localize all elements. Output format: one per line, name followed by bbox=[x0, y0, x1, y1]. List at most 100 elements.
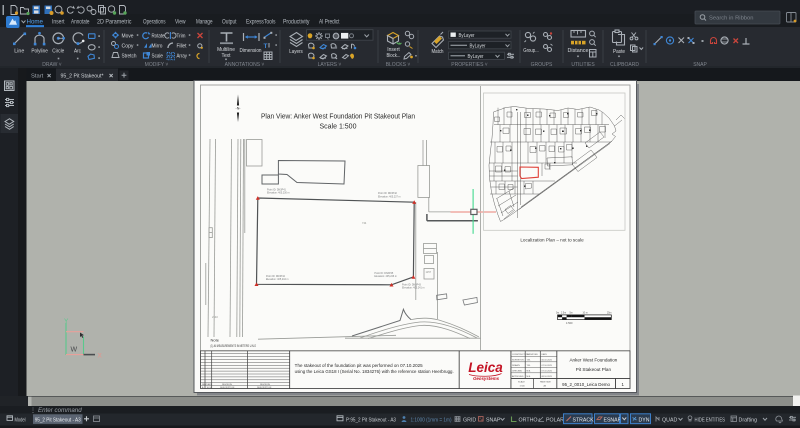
svg-text:Array: Array bbox=[177, 54, 188, 60]
svg-text:Insert: Insert bbox=[52, 19, 65, 26]
svg-text:SURVEYED: SURVEYED bbox=[527, 354, 539, 356]
svg-text:T.M.: T.M. bbox=[527, 365, 531, 367]
svg-text:Localization Plan – not to sca: Localization Plan – not to scale bbox=[520, 238, 584, 243]
svg-text:LAYERS ˅: LAYERS ˅ bbox=[318, 62, 342, 68]
svg-text:Elevation: 405,244 m: Elevation: 405,244 m bbox=[266, 278, 288, 281]
svg-text:10 m: 10 m bbox=[583, 313, 588, 315]
svg-text:2D Parametric: 2D Parametric bbox=[97, 19, 132, 26]
svg-text:ExpressTools: ExpressTools bbox=[246, 19, 276, 26]
svg-text:Move: Move bbox=[122, 34, 134, 40]
svg-text:Plan View: Anker West Foundati: Plan View: Anker West Foundation Pit Sta… bbox=[261, 114, 415, 121]
svg-text:Geosystems: Geosystems bbox=[473, 376, 500, 381]
svg-text:Mirro: Mirro bbox=[152, 44, 163, 50]
svg-text:2.5m: 2.5m bbox=[561, 313, 566, 315]
svg-text:Dimension: Dimension bbox=[240, 48, 262, 54]
svg-text:MODIFY ˅: MODIFY ˅ bbox=[145, 62, 169, 68]
svg-text:Search in Ribbon: Search in Ribbon bbox=[709, 16, 753, 22]
svg-text:UTILITIES: UTILITIES bbox=[571, 62, 595, 68]
svg-text:ANNOTATIONS ˅: ANNOTATIONS ˅ bbox=[225, 62, 265, 68]
svg-text:Annotate: Annotate bbox=[71, 19, 90, 26]
svg-text:07.10.2025: 07.10.2025 bbox=[542, 365, 553, 367]
svg-text:Enter command: Enter command bbox=[38, 407, 82, 414]
svg-text:1157: 1157 bbox=[426, 270, 432, 274]
svg-text:Trim: Trim bbox=[177, 34, 186, 40]
svg-text:REVISION: REVISION bbox=[260, 384, 270, 386]
svg-text:ByLayer: ByLayer bbox=[459, 33, 475, 39]
svg-text:Elevation: 405,230 m: Elevation: 405,230 m bbox=[267, 192, 289, 195]
svg-text:Scale: Scale bbox=[152, 54, 164, 60]
svg-text:REVISION: REVISION bbox=[222, 384, 232, 386]
svg-text:P:95_2 Pit Stakeout - A3: P:95_2 Pit Stakeout - A3 bbox=[346, 418, 396, 424]
svg-text:Stretch: Stretch bbox=[122, 54, 137, 60]
svg-text:Output: Output bbox=[222, 19, 237, 26]
svg-text:ByLayer: ByLayer bbox=[470, 43, 486, 49]
svg-text:Layers: Layers bbox=[289, 49, 303, 55]
svg-text:744: 744 bbox=[362, 221, 367, 225]
svg-text:DATE: DATE bbox=[207, 383, 213, 386]
svg-text:X: X bbox=[98, 353, 103, 360]
svg-text:Polyline: Polyline bbox=[31, 49, 48, 55]
svg-text:Productivity: Productivity bbox=[283, 19, 310, 26]
svg-text:Match: Match bbox=[432, 49, 444, 55]
svg-text:1:500: 1:500 bbox=[520, 386, 526, 388]
svg-text:using the Leica GS18 I (Serial: using the Leica GS18 I (Serial No. 18342… bbox=[295, 369, 454, 374]
svg-text:5m: 5m bbox=[570, 313, 573, 315]
svg-text:DATE: DATE bbox=[542, 353, 548, 356]
svg-text:Distance: Distance bbox=[568, 48, 589, 54]
svg-text:DESCRIPTION: DESCRIPTION bbox=[257, 387, 272, 389]
svg-text:Fillet: Fillet bbox=[177, 44, 187, 50]
svg-text:1:500: 1:500 bbox=[566, 321, 573, 325]
svg-text:POLAR: POLAR bbox=[546, 418, 564, 424]
svg-text:Anker West Foundation: Anker West Foundation bbox=[569, 358, 617, 363]
svg-text:W: W bbox=[71, 347, 78, 354]
svg-text:GROUPS: GROUPS bbox=[531, 62, 553, 68]
svg-text:CLIPBOARD: CLIPBOARD bbox=[610, 62, 639, 68]
svg-text:Y: Y bbox=[64, 318, 69, 325]
svg-text:Home: Home bbox=[27, 19, 44, 26]
svg-text:07.10.2025: 07.10.2025 bbox=[542, 371, 553, 373]
svg-text:25m: 25m bbox=[607, 313, 612, 315]
svg-text:Text: Text bbox=[222, 53, 232, 59]
svg-text:M.B.: M.B. bbox=[527, 376, 532, 378]
svg-text:Note: Note bbox=[211, 338, 220, 343]
svg-text:HIDE ENTITIES: HIDE ENTITIES bbox=[695, 418, 726, 424]
svg-text:Paste: Paste bbox=[613, 49, 625, 55]
svg-text:Circle: Circle bbox=[52, 49, 64, 55]
svg-text:Start: Start bbox=[31, 74, 44, 80]
svg-text:GRID: GRID bbox=[463, 418, 476, 424]
svg-text:Elevation: 405,237 m: Elevation: 405,237 m bbox=[378, 195, 400, 198]
svg-text:95_2 Pit Stakeout*: 95_2 Pit Stakeout* bbox=[61, 74, 105, 80]
svg-text:DYN: DYN bbox=[639, 417, 650, 423]
svg-text:SNAP: SNAP bbox=[486, 418, 501, 424]
svg-text:PROPERTIES ˅: PROPERTIES ˅ bbox=[451, 62, 488, 68]
svg-text:95_2_0010_Leica Demo: 95_2_0010_Leica Demo bbox=[562, 382, 610, 387]
svg-text:BLOCKS ˅: BLOCKS ˅ bbox=[386, 62, 411, 68]
svg-text:SCALE: SCALE bbox=[518, 381, 525, 384]
svg-text:M.B.: M.B. bbox=[527, 371, 532, 373]
svg-text:APPROVED: APPROVED bbox=[512, 375, 524, 378]
svg-text:06.10.2025: 06.10.2025 bbox=[542, 360, 553, 362]
svg-text:DRAWN: DRAWN bbox=[512, 364, 520, 367]
svg-text:Manage: Manage bbox=[196, 19, 213, 26]
svg-text:⋮: ⋮ bbox=[30, 408, 36, 414]
svg-text:Drafting: Drafting bbox=[739, 418, 758, 424]
svg-text:Pit Stakeout Plan: Pit Stakeout Plan bbox=[576, 367, 612, 372]
svg-text:Model: Model bbox=[15, 418, 26, 424]
svg-text:ESNAP: ESNAP bbox=[604, 417, 622, 423]
svg-text:Elevation: 405,246 m: Elevation: 405,246 m bbox=[374, 275, 396, 278]
svg-text:Block...: Block... bbox=[387, 53, 401, 59]
svg-text:Leica: Leica bbox=[468, 360, 503, 375]
svg-text:QUAD: QUAD bbox=[662, 418, 677, 424]
svg-text:Scale 1:500: Scale 1:500 bbox=[320, 124, 357, 131]
svg-text:(1) All MEASUREMENTS IN METERS: (1) All MEASUREMENTS IN METERS U.N.O bbox=[211, 344, 257, 348]
svg-text:-N-: -N- bbox=[236, 107, 242, 111]
svg-text:08.10.2025: 08.10.2025 bbox=[542, 376, 553, 378]
svg-text:SURVEYOR: SURVEYOR bbox=[512, 360, 524, 362]
svg-text:T: T bbox=[264, 43, 268, 50]
svg-text:Rotate: Rotate bbox=[152, 34, 165, 40]
svg-text:Line: Line bbox=[14, 49, 24, 55]
svg-text:STRACK: STRACK bbox=[573, 417, 595, 423]
svg-text:ORTHO: ORTHO bbox=[519, 418, 538, 424]
svg-text:PAGE SIZE: PAGE SIZE bbox=[540, 381, 551, 384]
svg-text:DRAW ˅: DRAW ˅ bbox=[42, 62, 61, 68]
